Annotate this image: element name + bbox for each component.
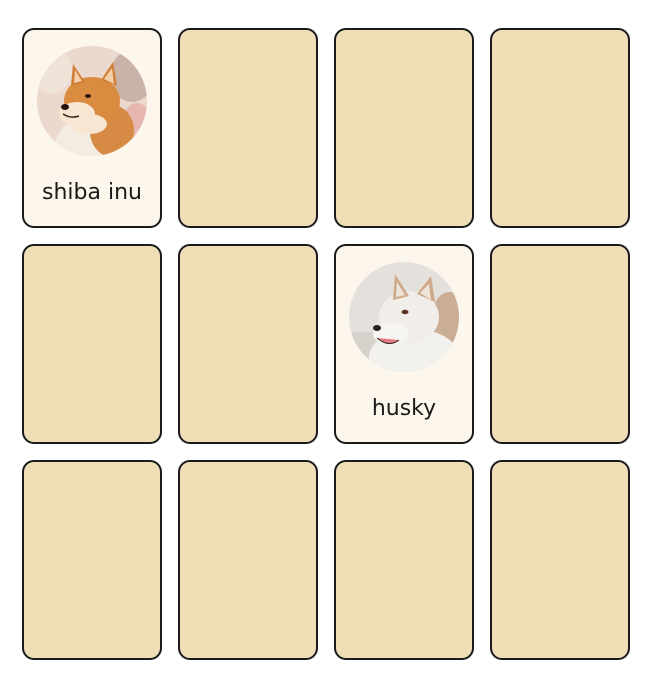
card-1-shiba-inu[interactable]: shiba inu — [22, 28, 162, 228]
card-label: husky — [371, 396, 437, 421]
husky-photo-icon — [349, 262, 459, 372]
memory-game-board: shiba inu husky — [0, 0, 660, 688]
card-10-face-down[interactable] — [178, 460, 318, 660]
card-2-face-down[interactable] — [178, 28, 318, 228]
card-7-husky[interactable]: husky — [334, 244, 474, 444]
card-label: shiba inu — [42, 180, 142, 205]
shiba-inu-photo-icon — [37, 46, 147, 156]
card-6-face-down[interactable] — [178, 244, 318, 444]
card-3-face-down[interactable] — [334, 28, 474, 228]
card-grid: shiba inu husky — [22, 28, 630, 660]
card-4-face-down[interactable] — [490, 28, 630, 228]
card-8-face-down[interactable] — [490, 244, 630, 444]
card-11-face-down[interactable] — [334, 460, 474, 660]
card-9-face-down[interactable] — [22, 460, 162, 660]
card-12-face-down[interactable] — [490, 460, 630, 660]
card-5-face-down[interactable] — [22, 244, 162, 444]
